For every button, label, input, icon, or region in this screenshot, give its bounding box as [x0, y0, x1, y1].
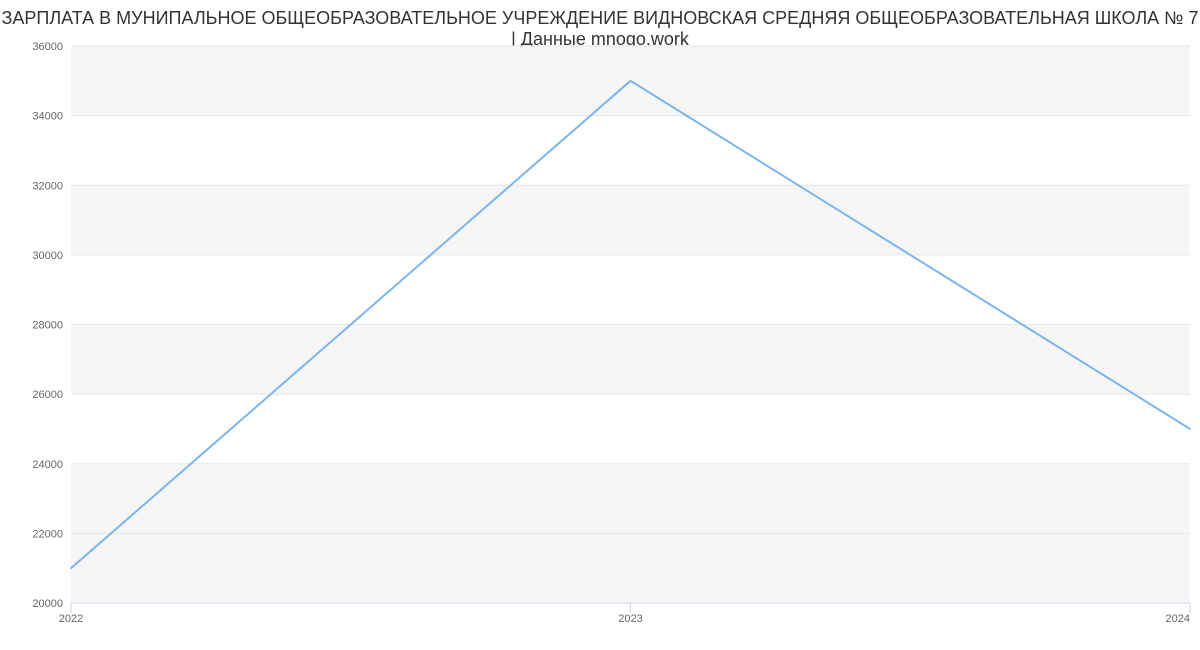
y-tick-label: 20000	[32, 598, 63, 610]
y-tick-label: 32000	[32, 180, 63, 192]
y-tick-label: 26000	[32, 389, 63, 401]
chart-container: ЗАРПЛАТА В МУНИПАЛЬНОЕ ОБЩЕОБРАЗОВАТЕЛЬН…	[0, 0, 1200, 650]
x-tick-label: 2023	[618, 613, 642, 625]
y-tick-label: 36000	[32, 41, 63, 53]
y-tick-label: 24000	[32, 459, 63, 471]
y-tick-labels: 20000 22000 24000 26000 28000 30000 3200…	[32, 41, 63, 610]
x-tick-labels: 2022 2023 2024	[59, 613, 1190, 625]
plot-bands	[71, 533, 1190, 603]
y-tick-label: 22000	[32, 528, 63, 540]
y-tick-label: 34000	[32, 111, 63, 123]
plot-bands-real	[71, 46, 1190, 533]
x-tick-label: 2024	[1166, 613, 1190, 625]
x-ticks	[71, 603, 1190, 613]
x-tick-label: 2022	[59, 613, 83, 625]
y-tick-label: 30000	[32, 250, 63, 262]
chart-svg: 20000 22000 24000 26000 28000 30000 3200…	[0, 0, 1200, 650]
y-tick-label: 28000	[32, 320, 63, 332]
